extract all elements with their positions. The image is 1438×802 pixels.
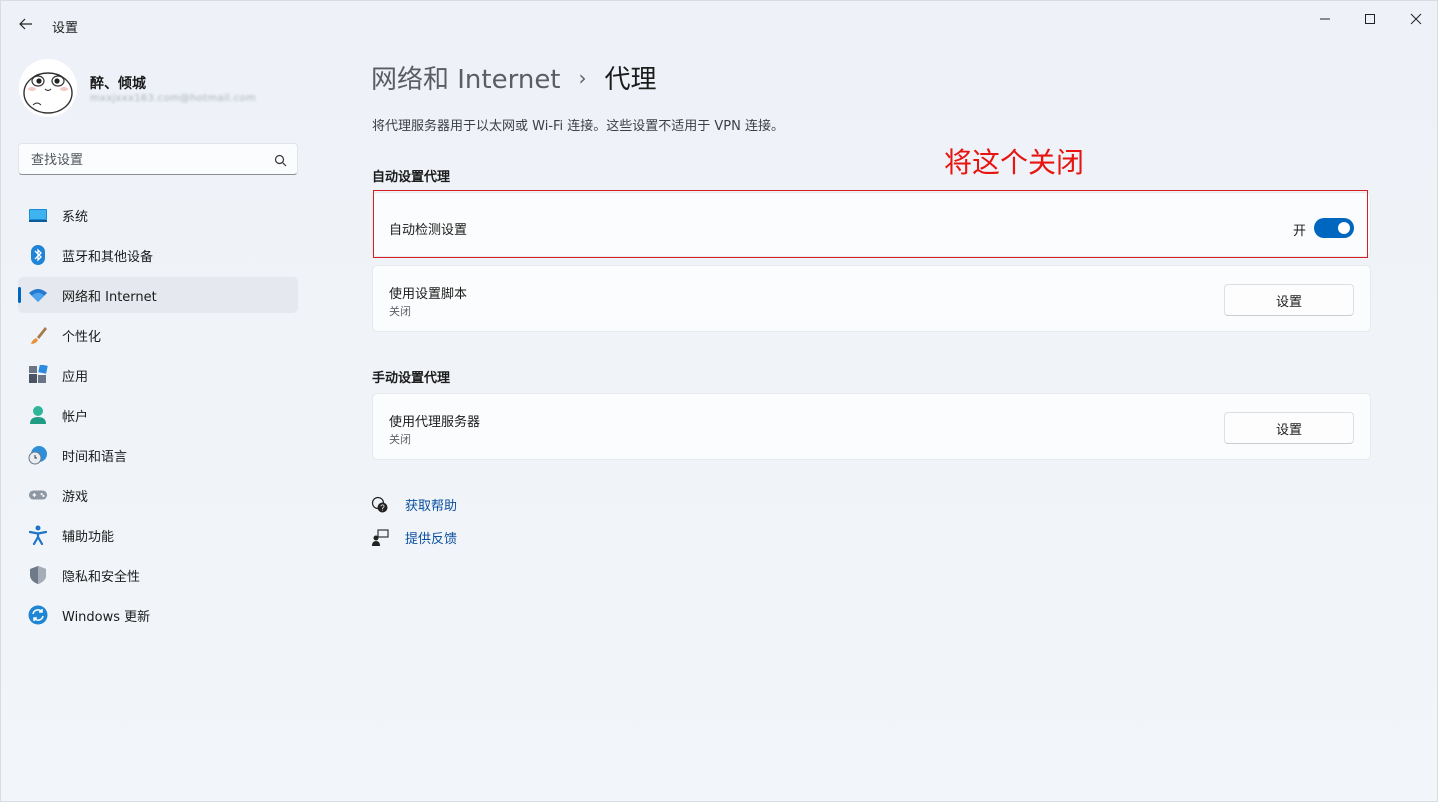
minimize-icon bbox=[1320, 18, 1330, 20]
apps-icon bbox=[28, 365, 48, 385]
wifi-icon bbox=[28, 285, 48, 305]
sidebar-item-label: Windows 更新 bbox=[62, 609, 151, 625]
user-name: 醉、倾城 bbox=[90, 76, 146, 92]
clock-globe-icon bbox=[28, 445, 48, 465]
search-box[interactable] bbox=[18, 143, 298, 175]
settings-window: 设置 醉、倾城 mxxjxxx163.com@hotmail.com 查找设置 … bbox=[0, 0, 1438, 802]
sidebar-item-personalization[interactable]: 个性化 bbox=[18, 317, 298, 353]
proxy-server-button[interactable]: 设置 bbox=[1224, 412, 1354, 444]
proxy-server-label: 使用代理服务器 bbox=[389, 415, 481, 430]
sidebar-item-accounts[interactable]: 帐户 bbox=[18, 397, 298, 433]
close-button[interactable] bbox=[1401, 9, 1431, 29]
sidebar-nav: 系统 蓝牙和其他设备 网络和 Internet 个性化 应用 帐户 时间和语言 … bbox=[18, 197, 298, 637]
feedback-icon bbox=[371, 528, 389, 547]
page-title: 代理 bbox=[604, 65, 657, 95]
bluetooth-icon bbox=[28, 245, 48, 265]
sidebar-item-label: 游戏 bbox=[62, 489, 89, 505]
system-icon bbox=[28, 205, 48, 225]
sidebar-item-accessibility[interactable]: 辅助功能 bbox=[18, 517, 298, 553]
breadcrumb-parent[interactable]: 网络和 Internet bbox=[371, 59, 561, 96]
maximize-button[interactable] bbox=[1355, 9, 1385, 29]
get-help-link[interactable]: ? 获取帮助 bbox=[371, 495, 457, 514]
proxy-server-status: 关闭 bbox=[389, 433, 411, 446]
app-title: 设置 bbox=[52, 21, 79, 36]
update-icon bbox=[28, 605, 48, 625]
sidebar-item-time-language[interactable]: 时间和语言 bbox=[18, 437, 298, 473]
svg-text:?: ? bbox=[380, 503, 385, 512]
minimize-button[interactable] bbox=[1310, 9, 1340, 29]
sidebar-item-gaming[interactable]: 游戏 bbox=[18, 477, 298, 513]
section-title-auto-proxy: 自动设置代理 bbox=[372, 170, 451, 185]
sidebar-item-label: 系统 bbox=[62, 209, 89, 225]
avatar-cartoon-icon bbox=[19, 59, 77, 117]
setup-script-status: 关闭 bbox=[389, 305, 411, 318]
avatar[interactable] bbox=[19, 59, 77, 117]
proxy-server-card: 使用代理服务器 关闭 设置 bbox=[372, 393, 1371, 460]
back-button[interactable] bbox=[15, 13, 37, 35]
maximize-icon bbox=[1365, 14, 1375, 24]
user-email: mxxjxxx163.com@hotmail.com bbox=[90, 93, 256, 104]
sidebar-item-label: 帐户 bbox=[62, 409, 89, 425]
sidebar-item-label: 网络和 Internet bbox=[62, 289, 157, 305]
page-description: 将代理服务器用于以太网或 Wi-Fi 连接。这些设置不适用于 VPN 连接。 bbox=[372, 119, 785, 134]
sidebar-item-apps[interactable]: 应用 bbox=[18, 357, 298, 393]
sidebar-item-label: 个性化 bbox=[62, 329, 102, 345]
section-title-manual-proxy: 手动设置代理 bbox=[372, 371, 451, 386]
sidebar-item-label: 时间和语言 bbox=[62, 449, 128, 465]
chevron-right-icon: › bbox=[578, 65, 587, 90]
help-chat-icon: ? bbox=[371, 496, 389, 514]
sidebar-item-label: 蓝牙和其他设备 bbox=[62, 249, 154, 265]
setup-script-button[interactable]: 设置 bbox=[1224, 284, 1354, 316]
search-icon[interactable] bbox=[274, 152, 287, 171]
brush-icon bbox=[28, 325, 48, 345]
feedback-label: 提供反馈 bbox=[405, 532, 458, 547]
sidebar-item-network[interactable]: 网络和 Internet bbox=[18, 277, 298, 313]
annotation-text: 将这个关闭 bbox=[944, 146, 1085, 179]
sidebar-item-privacy[interactable]: 隐私和安全性 bbox=[18, 557, 298, 593]
sidebar-item-system[interactable]: 系统 bbox=[18, 197, 298, 233]
setup-script-card: 使用设置脚本 关闭 设置 bbox=[372, 265, 1371, 332]
sidebar-item-label: 辅助功能 bbox=[62, 529, 115, 545]
annotation-highlight-box bbox=[373, 190, 1368, 258]
sidebar-item-label: 应用 bbox=[62, 369, 89, 385]
gamepad-icon bbox=[28, 485, 48, 505]
shield-icon bbox=[28, 565, 48, 585]
sidebar-item-bluetooth[interactable]: 蓝牙和其他设备 bbox=[18, 237, 298, 273]
accessibility-icon bbox=[28, 525, 48, 545]
breadcrumb: 网络和 Internet › 代理 bbox=[371, 59, 657, 96]
title-bar: 设置 bbox=[1, 1, 1437, 47]
account-icon bbox=[28, 405, 48, 425]
setup-script-label: 使用设置脚本 bbox=[389, 287, 468, 302]
get-help-label: 获取帮助 bbox=[405, 499, 458, 514]
close-icon bbox=[1410, 13, 1422, 25]
search-input[interactable] bbox=[29, 150, 263, 170]
back-arrow-icon bbox=[19, 18, 32, 30]
feedback-link[interactable]: 提供反馈 bbox=[371, 528, 457, 547]
sidebar-item-windows-update[interactable]: Windows 更新 bbox=[18, 597, 298, 633]
sidebar-item-label: 隐私和安全性 bbox=[62, 569, 141, 585]
